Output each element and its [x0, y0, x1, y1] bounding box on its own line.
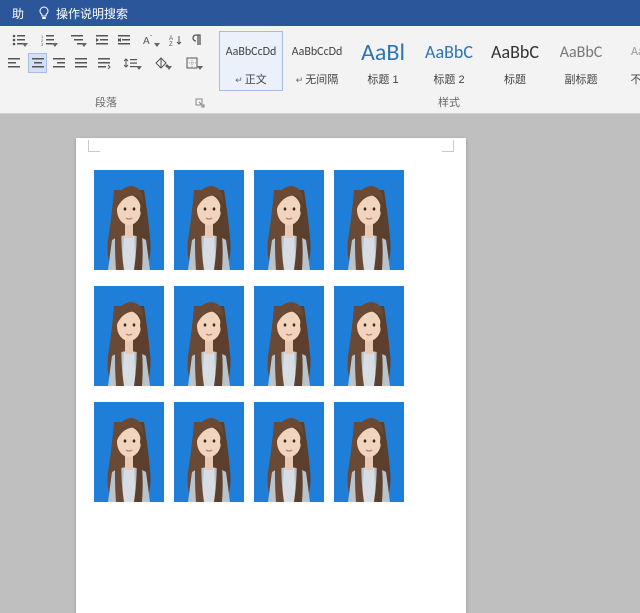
title-bar: 助 操作说明搜索	[0, 0, 640, 26]
align-center-button[interactable]	[28, 53, 46, 73]
style-preview: AaBl	[361, 35, 405, 69]
paragraph-group: 123 Aˇ AZ 段落	[0, 26, 212, 113]
id-photo[interactable]	[334, 286, 404, 386]
paragraph-dialog-launcher-icon[interactable]	[194, 97, 206, 109]
style-name-label: ↵正文	[235, 71, 267, 87]
style-preview: AaBbCcDd	[292, 35, 343, 69]
svg-text:Z: Z	[169, 42, 173, 46]
styles-gallery[interactable]: AaBbCcDd ↵正文 AaBbCcDd ↵无间隔 AaBl 标题 1 AaBbC 标题 2…	[218, 30, 640, 92]
id-photo[interactable]	[254, 402, 324, 502]
style-preview: AaBbC	[560, 35, 603, 69]
style-name-label: 标题 2	[433, 71, 464, 87]
lightbulb-icon	[38, 6, 50, 20]
id-photo[interactable]	[334, 170, 404, 270]
document-workspace[interactable]	[0, 114, 640, 613]
style-name-label: 副标题	[565, 71, 598, 87]
show-marks-button[interactable]	[188, 30, 206, 50]
increase-indent-button[interactable]	[116, 30, 134, 50]
borders-button[interactable]	[179, 53, 206, 73]
id-photo[interactable]	[174, 402, 244, 502]
id-photo[interactable]	[94, 170, 164, 270]
style-item-正文[interactable]: AaBbCcDd ↵正文	[219, 31, 283, 91]
margin-mark-icon	[88, 140, 100, 152]
asian-layout-button[interactable]: Aˇ	[137, 30, 162, 50]
help-tab[interactable]: 助	[4, 5, 32, 22]
id-photo[interactable]	[174, 286, 244, 386]
style-name-label: 标题 1	[367, 71, 398, 87]
id-photo[interactable]	[334, 402, 404, 502]
margin-mark-icon	[442, 140, 454, 152]
multilevel-list-button[interactable]	[65, 30, 90, 50]
style-name-label: 不明显	[631, 71, 640, 87]
style-item-标题 1[interactable]: AaBl 标题 1	[351, 31, 415, 91]
style-item-副标题[interactable]: AaBbC 副标题	[549, 31, 613, 91]
style-item-不明显[interactable]: AaBbC 不明显	[615, 31, 640, 91]
tell-me-search[interactable]: 操作说明搜索	[56, 5, 128, 22]
page[interactable]	[76, 138, 466, 613]
style-preview: AaBbCcDd	[226, 35, 277, 69]
id-photo[interactable]	[254, 286, 324, 386]
svg-text:ˇ: ˇ	[150, 36, 152, 42]
style-name-label: ↵无间隔	[296, 71, 339, 87]
styles-group-label: 样式	[218, 92, 640, 111]
bullets-button[interactable]	[6, 30, 31, 50]
shading-button[interactable]	[149, 53, 176, 73]
align-left-button[interactable]	[6, 53, 24, 73]
line-spacing-button[interactable]	[118, 53, 145, 73]
svg-text:A: A	[143, 36, 150, 46]
style-name-label: 标题	[504, 71, 526, 87]
photo-grid	[94, 170, 404, 502]
align-justify-button[interactable]	[73, 53, 91, 73]
style-preview: AaBbC	[491, 35, 539, 69]
id-photo[interactable]	[94, 286, 164, 386]
id-photo[interactable]	[94, 402, 164, 502]
style-preview: AaBbC	[425, 35, 473, 69]
align-distributed-button[interactable]	[96, 53, 114, 73]
decrease-indent-button[interactable]	[94, 30, 112, 50]
style-item-标题[interactable]: AaBbC 标题	[483, 31, 547, 91]
align-right-button[interactable]	[51, 53, 69, 73]
style-item-标题 2[interactable]: AaBbC 标题 2	[417, 31, 481, 91]
styles-group: AaBbCcDd ↵正文 AaBbCcDd ↵无间隔 AaBl 标题 1 AaBbC 标题 2…	[212, 26, 640, 113]
style-item-无间隔[interactable]: AaBbCcDd ↵无间隔	[285, 31, 349, 91]
paragraph-group-label: 段落	[6, 92, 206, 111]
style-preview: AaBbC	[631, 35, 640, 69]
id-photo[interactable]	[254, 170, 324, 270]
sort-button[interactable]: AZ	[167, 30, 185, 50]
id-photo[interactable]	[174, 170, 244, 270]
svg-text:3: 3	[41, 42, 44, 46]
numbering-button[interactable]: 123	[35, 30, 60, 50]
ribbon: 123 Aˇ AZ 段落	[0, 26, 640, 114]
